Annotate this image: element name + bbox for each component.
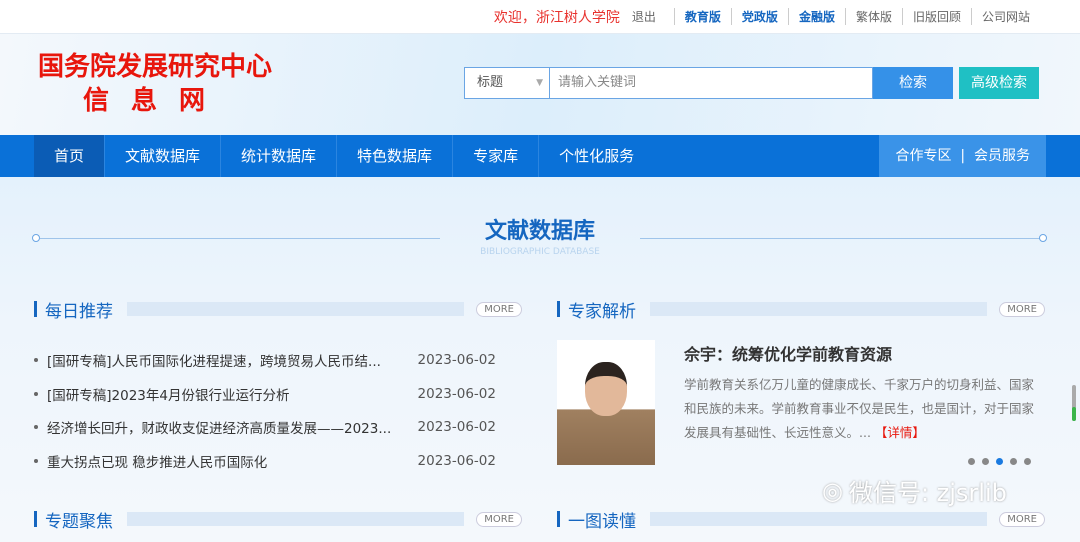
carousel-dot[interactable] — [1010, 458, 1017, 465]
search-input[interactable]: 请输入关键词 — [549, 67, 873, 99]
carousel-dot[interactable] — [996, 458, 1003, 465]
item-date: 2023-06-02 — [417, 351, 496, 368]
banner-subtitle: BIBLIOGRAPHIC DATABASE — [480, 247, 600, 257]
search-button[interactable]: 检索 — [873, 67, 953, 99]
item-title[interactable]: [国研专稿]人民币国际化进程提速，跨境贸易人民币结... — [34, 350, 381, 370]
header-band — [127, 302, 465, 316]
expert-article: 佘宇：统筹优化学前教育资源 学前教育关系亿万儿童的健康成长、千家万户的切身利益、… — [684, 341, 1046, 445]
header: 国务院发展研究中心 信息网 标题 ▼ 请输入关键词 检索 高级检索 — [0, 34, 1080, 135]
carousel-dots — [968, 458, 1031, 465]
list-item[interactable]: [国研专稿]2023年4月份银行业运行分析 2023-06-02 — [34, 377, 496, 411]
expert-photo[interactable] — [557, 340, 655, 465]
link-old-version[interactable]: 旧版回顾 — [901, 8, 971, 25]
nav-home[interactable]: 首页 — [34, 135, 106, 177]
logo-line2: 信息网 — [83, 86, 228, 116]
main-nav: 首页 文献数据库 统计数据库 特色数据库 专家库 个性化服务 合作专区 | 会员… — [0, 135, 1080, 177]
wechat-watermark: ◎ 微信号: zjsrlib — [822, 473, 1007, 508]
topics-more-button[interactable]: MORE — [476, 511, 522, 527]
header-band — [650, 512, 988, 526]
item-date: 2023-06-02 — [417, 385, 496, 402]
topics-title: 专题聚焦 — [45, 511, 113, 532]
infographic-header: 一图读懂 MORE — [557, 509, 1045, 532]
expert-header: 专家解析 MORE — [557, 299, 1045, 322]
daily-title: 每日推荐 — [45, 301, 113, 322]
banner-title: 文献数据库 — [484, 219, 595, 244]
item-title[interactable]: 重大拐点已现 稳步推进人民币国际化 — [34, 451, 267, 471]
carousel-dot[interactable] — [1024, 458, 1031, 465]
expert-more-button[interactable]: MORE — [999, 301, 1045, 317]
site-logo[interactable]: 国务院发展研究中心 信息网 — [38, 50, 272, 118]
list-item[interactable]: [国研专稿]人民币国际化进程提速，跨境贸易人民币结... 2023-06-02 — [34, 343, 496, 377]
expert-summary: 学前教育关系亿万儿童的健康成长、千家万户的切身利益、国家和民族的未来。学前教育事… — [684, 377, 1035, 440]
logo-line1: 国务院发展研究中心 — [38, 52, 273, 82]
topics-header: 专题聚焦 MORE — [34, 509, 522, 532]
chevron-down-icon: ▼ — [536, 78, 543, 88]
expert-headline[interactable]: 佘宇：统筹优化学前教育资源 — [684, 341, 1046, 365]
link-traditional[interactable]: 繁体版 — [844, 8, 902, 25]
search-field-select[interactable]: 标题 ▼ — [464, 67, 549, 99]
search-bar: 标题 ▼ 请输入关键词 检索 高级检索 — [464, 67, 1039, 99]
nav-statistics-db[interactable]: 统计数据库 — [221, 135, 338, 177]
nav-personal-service[interactable]: 个性化服务 — [539, 135, 654, 177]
item-date: 2023-06-02 — [417, 452, 496, 469]
expert-title: 专家解析 — [568, 301, 636, 322]
list-item[interactable]: 重大拐点已现 稳步推进人民币国际化 2023-06-02 — [34, 444, 496, 478]
nav-special-db[interactable]: 特色数据库 — [337, 135, 454, 177]
daily-more-button[interactable]: MORE — [476, 301, 522, 317]
list-item[interactable]: 经济增长回升，财政收支促进经济高质量发展——2023... 2023-06-02 — [34, 410, 496, 444]
section-banner: 文献数据库 BIBLIOGRAPHIC DATABASE — [0, 213, 1080, 257]
link-party[interactable]: 党政版 — [730, 8, 788, 25]
item-title[interactable]: [国研专稿]2023年4月份银行业运行分析 — [34, 384, 289, 404]
top-bar: 欢迎，浙江树人学院 退出 教育版 党政版 金融版 繁体版 旧版回顾 公司网站 — [0, 0, 1080, 34]
section-marker — [34, 301, 37, 317]
section-marker — [34, 511, 37, 527]
nav-literature-db[interactable]: 文献数据库 — [105, 135, 222, 177]
nav-cooperation-member[interactable]: 合作专区 | 会员服务 — [879, 135, 1046, 177]
link-company[interactable]: 公司网站 — [970, 8, 1040, 25]
main-content: 文献数据库 BIBLIOGRAPHIC DATABASE 每日推荐 MORE [… — [0, 177, 1080, 542]
welcome-text: 欢迎，浙江树人学院 — [493, 9, 620, 26]
header-band — [127, 512, 465, 526]
nav-expert-db[interactable]: 专家库 — [453, 135, 540, 177]
wechat-icon: ◎ — [822, 476, 843, 505]
infographic-title: 一图读懂 — [568, 511, 636, 532]
carousel-dot[interactable] — [968, 458, 975, 465]
link-education[interactable]: 教育版 — [673, 8, 731, 25]
advanced-search-button[interactable]: 高级检索 — [959, 67, 1039, 99]
daily-list: [国研专稿]人民币国际化进程提速，跨境贸易人民币结... 2023-06-02 [… — [34, 343, 496, 478]
header-band — [650, 302, 988, 316]
scrollbar[interactable] — [1072, 385, 1076, 421]
search-field-value: 标题 — [477, 75, 504, 90]
section-marker — [557, 301, 560, 317]
logout-link[interactable]: 退出 — [632, 8, 656, 25]
item-title[interactable]: 经济增长回升，财政收支促进经济高质量发展——2023... — [34, 417, 391, 437]
infographic-more-button[interactable]: MORE — [999, 511, 1045, 527]
watermark-text: 微信号: zjsrlib — [848, 479, 1007, 507]
section-marker — [557, 511, 560, 527]
link-finance[interactable]: 金融版 — [787, 8, 845, 25]
daily-header: 每日推荐 MORE — [34, 299, 522, 322]
detail-link[interactable]: 【详情】 — [875, 425, 925, 440]
item-date: 2023-06-02 — [417, 419, 496, 436]
carousel-dot[interactable] — [982, 458, 989, 465]
